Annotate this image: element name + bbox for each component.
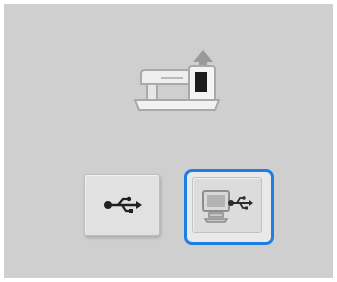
- screen-panel: [4, 4, 333, 278]
- usb-icon: [104, 196, 142, 213]
- usb-computer-button[interactable]: [184, 169, 274, 245]
- sewing-machine-upload-icon: [133, 50, 221, 111]
- usb-computer-icon: [202, 190, 253, 223]
- usb-button[interactable]: [84, 174, 160, 236]
- usb-computer-button-face: [192, 177, 262, 233]
